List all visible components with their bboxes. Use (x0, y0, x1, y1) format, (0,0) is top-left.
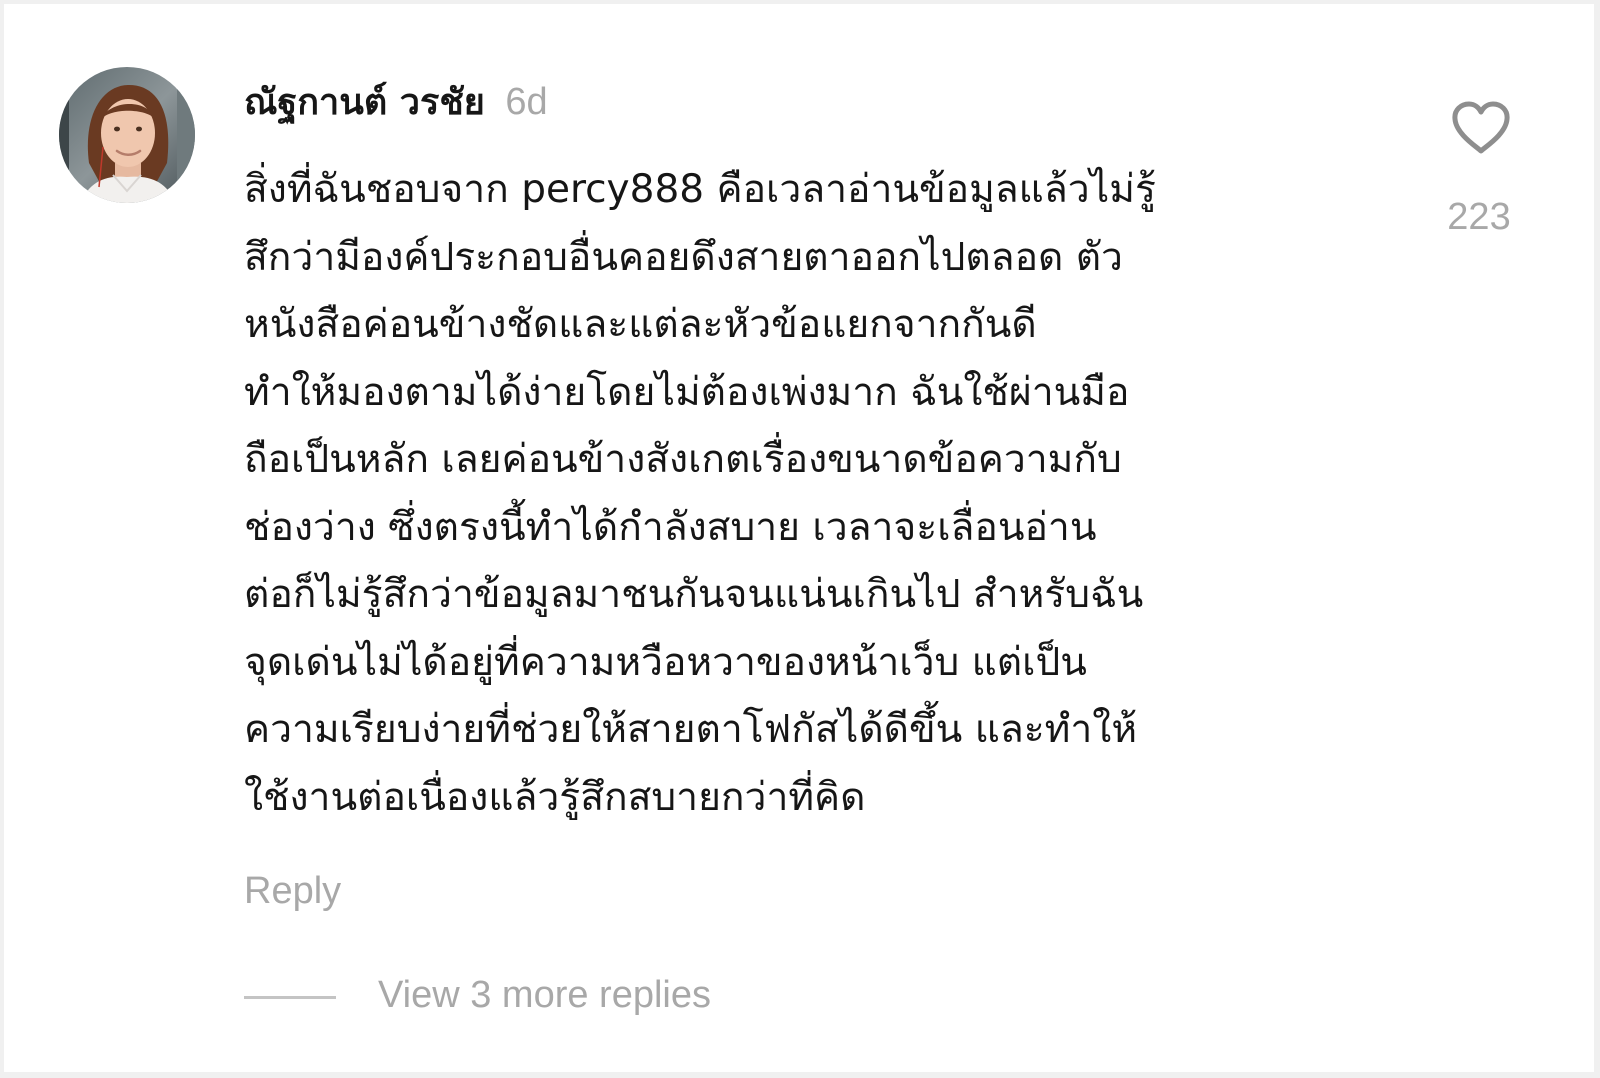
heart-outline-icon (1452, 101, 1510, 154)
like-count: 223 (1447, 196, 1511, 238)
comment-card: ณัฐกานต์ วรชัย 6d สิ่งที่ฉันชอบจาก percy… (4, 4, 1594, 1072)
like-button[interactable] (1450, 100, 1512, 156)
comment-header: ณัฐกานต์ วรชัย 6d (244, 76, 548, 128)
comment-line: จุดเด่นไม่ได้อยู่ที่ความหวือหวาของหน้าเว… (244, 639, 1087, 685)
comment-line: สึกว่ามีองค์ประกอบอื่นคอยดึงสายตาออกไปตล… (244, 234, 1123, 280)
avatar-photo (59, 67, 195, 203)
comment-line: ใช้งานต่อเนื่องแล้วรู้สึกสบายกว่าที่คิด (244, 774, 866, 820)
replies-divider (244, 996, 336, 999)
username[interactable]: ณัฐกานต์ วรชัย (244, 82, 485, 123)
comment-line: ทำให้มองตามได้ง่ายโดยไม่ต้องเพ่งมาก ฉันใ… (244, 369, 1130, 415)
view-more-replies-button[interactable]: View 3 more replies (378, 974, 711, 1017)
comment-line: หนังสือค่อนข้างชัดและแต่ละหัวข้อแยกจากกั… (244, 302, 1037, 347)
reply-button[interactable]: Reply (244, 870, 341, 913)
timestamp: 6d (505, 81, 548, 123)
comment-line: ถือเป็นหลัก เลยค่อนข้างสังเกตเรื่องขนาดข… (244, 437, 1122, 482)
comment-line: ต่อก็ไม่รู้สึกว่าข้อมูลมาชนกันจนแน่นเกิน… (244, 572, 1144, 617)
comment-line: ช่องว่าง ซึ่งตรงนี้ทำได้กำลังสบาย เวลาจะ… (244, 504, 1097, 550)
comment-line: สิ่งที่ฉันชอบจาก percy888 คือเวลาอ่านข้อ… (244, 167, 1156, 212)
avatar[interactable] (59, 67, 195, 203)
comment-line: ความเรียบง่ายที่ช่วยให้สายตาโฟกัสได้ดีขึ… (244, 707, 1138, 752)
comment-text: สิ่งที่ฉันชอบจาก percy888 คือเวลาอ่านข้อ… (244, 156, 1394, 831)
